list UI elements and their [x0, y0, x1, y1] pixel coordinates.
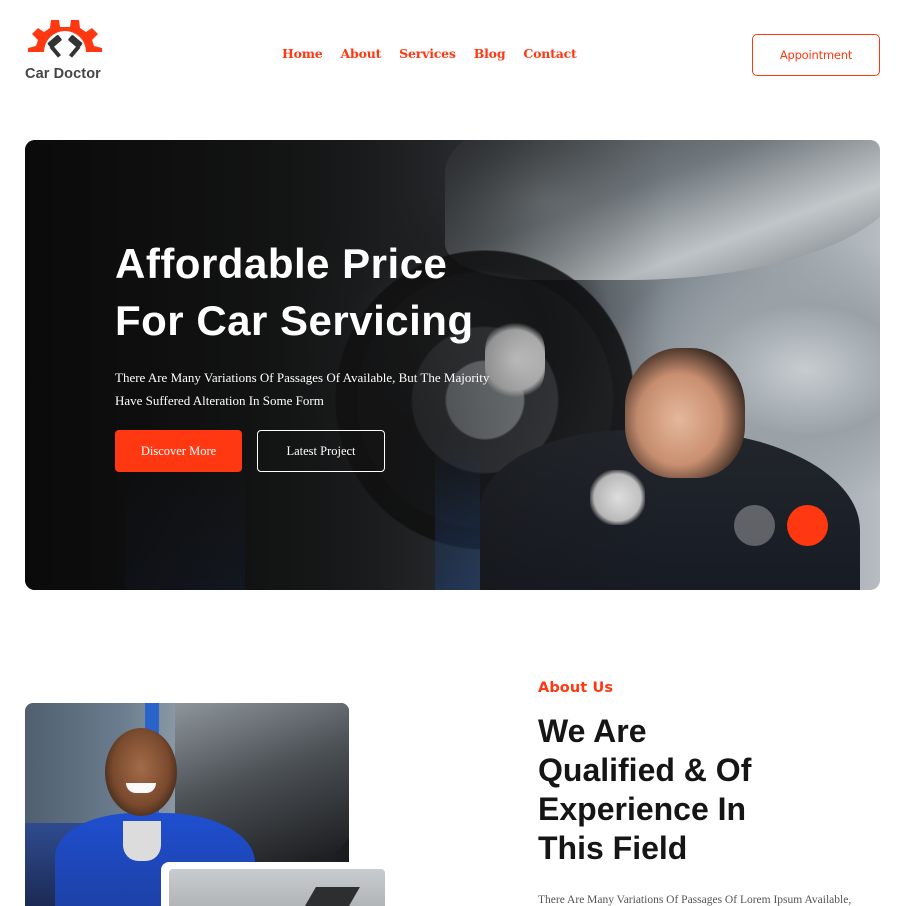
about-car-part-image	[302, 887, 360, 906]
nav-contact[interactable]: Contact	[523, 46, 576, 61]
appointment-button[interactable]: Appointment	[752, 34, 880, 76]
latest-project-button[interactable]: Latest Project	[257, 430, 385, 472]
nav-about[interactable]: About	[341, 46, 382, 61]
hero-subtitle-line-1: There Are Many Variations Of Passages Of…	[115, 370, 490, 385]
slider-prev-button[interactable]	[734, 505, 775, 546]
nav-home[interactable]: Home	[282, 46, 323, 61]
about-section-title: We Are Qualified & Of Experience In This…	[538, 712, 838, 868]
hero-title-line-2: For Car Servicing	[115, 297, 474, 344]
nav-blog[interactable]: Blog	[474, 46, 506, 61]
about-title-line-3: Experience In	[538, 791, 747, 827]
nav-services[interactable]: Services	[399, 46, 456, 61]
hero-subtitle: There Are Many Variations Of Passages Of…	[115, 366, 515, 412]
about-mechanic-face	[105, 728, 177, 816]
about-parts-photo	[169, 869, 385, 906]
about-parts-photo-frame	[161, 862, 385, 906]
hero-subtitle-line-2: Have Suffered Alteration In Some Form	[115, 393, 324, 408]
hero-title-line-1: Affordable Price	[115, 240, 448, 287]
about-title-line-2: Qualified & Of	[538, 752, 752, 788]
slider-next-button[interactable]	[787, 505, 828, 546]
hero-title: Affordable Price For Car Servicing	[115, 235, 575, 349]
discover-more-button[interactable]: Discover More	[115, 430, 242, 472]
about-description: There Are Many Variations Of Passages Of…	[538, 894, 852, 906]
about-title-line-4: This Field	[538, 830, 688, 866]
about-title-line-1: We Are	[538, 713, 647, 749]
brand-name: Car Doctor	[25, 66, 101, 82]
brand-logo[interactable]: Car Doctor	[25, 18, 107, 84]
about-section-label: About Us	[538, 680, 614, 696]
main-nav: Home About Services Blog Contact	[282, 46, 577, 61]
about-mechanic-collar	[123, 821, 161, 861]
gear-pistons-icon	[28, 20, 102, 58]
hero-banner: Affordable Price For Car Servicing There…	[25, 140, 880, 590]
